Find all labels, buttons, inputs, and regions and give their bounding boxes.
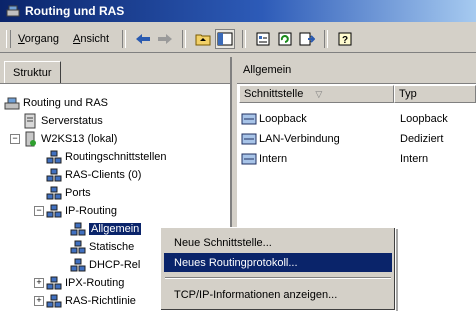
tree-node-label: IP-Routing: [65, 204, 117, 217]
static-routes-icon: [70, 240, 86, 253]
menu-item-label: TCP/IP-Informationen anzeigen...: [174, 288, 338, 301]
row-interface-name: LAN-Verbindung: [259, 133, 340, 145]
tree-node-ras-clients[interactable]: RAS-Clients (0): [46, 166, 141, 183]
tree-node-server[interactable]: W2KS13 (lokal): [22, 130, 117, 147]
routing-icon: [4, 97, 20, 109]
column-header-label: Schnittstelle: [244, 88, 304, 100]
svg-text:?: ?: [342, 35, 348, 46]
forward-arrow-icon[interactable]: [155, 29, 175, 49]
menu-vorgang[interactable]: Vorgang: [11, 33, 66, 45]
server-icon: [25, 131, 36, 146]
menu-item-label: Neues Routingprotokoll...: [174, 256, 298, 269]
tree-node-ipx-routing[interactable]: IPX-Routing: [46, 274, 124, 291]
table-row[interactable]: Loopback: [241, 110, 307, 128]
general-icon: [70, 222, 86, 235]
title-bar[interactable]: Routing und RAS: [0, 0, 476, 22]
menu-ansicht[interactable]: Ansicht: [66, 33, 116, 45]
expand-toggle[interactable]: +: [34, 278, 44, 288]
context-menu: Neue Schnittstelle... Neues Routingproto…: [160, 227, 396, 311]
row-interface-type: Loopback: [400, 113, 448, 125]
ras-clients-icon: [46, 168, 62, 181]
tree-node-routing-ras[interactable]: Routing und RAS: [4, 94, 108, 111]
properties-icon[interactable]: [253, 29, 273, 49]
up-folder-icon[interactable]: [193, 29, 213, 49]
ports-icon: [46, 186, 62, 199]
tree-node-label: IPX-Routing: [65, 276, 125, 289]
ipx-routing-icon: [46, 276, 62, 289]
tree-node-label-selected: Allgemein: [89, 222, 142, 235]
tree-node-label: Serverstatus: [41, 114, 103, 127]
tree-node-label: Routing und RAS: [23, 96, 108, 109]
export-list-icon[interactable]: [297, 29, 317, 49]
menu-item-neue-schnittstelle[interactable]: Neue Schnittstelle...: [164, 233, 392, 252]
row-interface-type: Dediziert: [400, 133, 444, 145]
tree-node-ras-richtlinie[interactable]: RAS-Richtlinie: [46, 292, 136, 309]
tree-node-label: Ports: [65, 186, 91, 199]
row-interface-type: Intern: [400, 153, 429, 165]
help-icon[interactable]: ?: [335, 29, 355, 49]
expand-toggle[interactable]: +: [34, 296, 44, 306]
detail-pane-header: Allgemein: [237, 57, 476, 84]
tree-node-label: W2KS13 (lokal): [41, 132, 118, 145]
tree-node-label: RAS-Richtlinie: [65, 294, 136, 307]
interface-icon: [241, 133, 257, 145]
menu-item-neues-routingprotokoll[interactable]: Neues Routingprotokoll...: [164, 253, 392, 272]
tree-node-ports[interactable]: Ports: [46, 184, 91, 201]
show-hide-tree-icon[interactable]: [215, 29, 236, 49]
menu-item-tcpip-informationen[interactable]: TCP/IP-Informationen anzeigen...: [164, 285, 392, 304]
interface-icon: [241, 153, 257, 165]
column-header-schnittstelle[interactable]: Schnittstelle ▽: [239, 85, 394, 103]
tree-node-serverstatus[interactable]: Serverstatus: [22, 112, 103, 129]
detail-pane-title: Allgemein: [243, 64, 292, 76]
table-cell-typ: Loopback: [400, 110, 448, 128]
table-row[interactable]: LAN-Verbindung: [241, 130, 340, 148]
ip-routing-icon: [46, 204, 62, 217]
table-row[interactable]: Intern: [241, 150, 287, 168]
menu-vorgang-rest: organg: [24, 33, 59, 45]
tree-node-allgemein[interactable]: Allgemein: [70, 220, 142, 237]
collapse-toggle[interactable]: −: [10, 134, 20, 144]
tree-node-label: DHCP-Rel: [89, 258, 141, 271]
back-arrow-icon[interactable]: [133, 29, 153, 49]
tree-node-label: RAS-Clients (0): [65, 168, 142, 181]
toolbar-separator: [182, 30, 187, 48]
interface-icon: [241, 113, 257, 125]
tab-struktur[interactable]: Struktur: [4, 61, 61, 83]
collapse-toggle[interactable]: −: [34, 206, 44, 216]
table-cell-typ: Intern: [400, 150, 428, 168]
row-interface-name: Intern: [259, 153, 288, 165]
row-interface-name: Loopback: [259, 113, 307, 125]
toolbar-separator: [242, 30, 247, 48]
tree-node-ip-routing[interactable]: IP-Routing: [46, 202, 117, 219]
table-cell-typ: Dediziert: [400, 130, 443, 148]
server-status-icon: [24, 113, 36, 128]
tree-node-dhcp-relay[interactable]: DHCP-Rel: [70, 256, 140, 273]
menu-item-label: Neue Schnittstelle...: [174, 236, 272, 249]
dhcp-relay-icon: [70, 258, 86, 271]
menu-toolbar: Vorgang Ansicht ?: [0, 26, 476, 53]
tree-pane-header: Struktur: [0, 57, 230, 84]
tree-node-statische[interactable]: Statische: [70, 238, 134, 255]
routing-app-icon: [6, 5, 20, 17]
tab-struktur-label: Struktur: [13, 66, 52, 79]
toolbar-separator: [324, 30, 329, 48]
refresh-icon[interactable]: [275, 29, 295, 49]
menu-ansicht-rest: nsicht: [80, 33, 110, 45]
ras-policy-icon: [46, 294, 62, 307]
window-title: Routing und RAS: [25, 4, 125, 18]
column-header-label: Typ: [399, 88, 417, 100]
column-header-typ[interactable]: Typ: [394, 85, 476, 103]
menu-separator: [165, 277, 391, 279]
sort-arrow-icon: ▽: [315, 88, 323, 99]
network-interfaces-icon: [46, 150, 62, 163]
tree-node-label: Routingschnittstellen: [65, 150, 167, 163]
tree-node-routingschnittstellen[interactable]: Routingschnittstellen: [46, 148, 167, 165]
toolbar-separator: [122, 30, 127, 48]
tree-node-label: Statische: [89, 240, 135, 253]
